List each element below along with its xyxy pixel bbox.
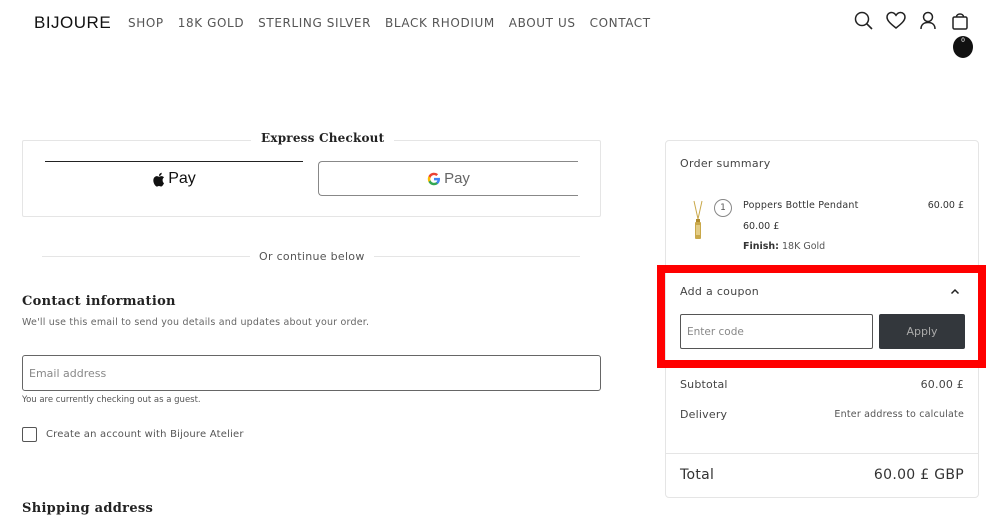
product-name: Poppers Bottle Pendant: [743, 200, 859, 211]
contact-information-title: Contact information: [22, 294, 176, 309]
total-label: Total: [680, 467, 715, 483]
bag-count-badge: 0: [953, 36, 973, 58]
or-divider-text: Or continue below: [250, 250, 374, 263]
summary-divider: [666, 453, 978, 454]
heart-icon[interactable]: [886, 10, 906, 32]
apple-icon: [153, 172, 165, 187]
product-finish-value: 18K Gold: [782, 241, 826, 252]
subtotal-label: Subtotal: [680, 378, 728, 391]
search-icon[interactable]: [854, 10, 874, 32]
subtotal-row: Subtotal 60.00 £: [680, 378, 964, 391]
shipping-address-title: Shipping address: [22, 501, 154, 516]
contact-information-subtitle: We'll use this email to send you details…: [22, 317, 370, 328]
delivery-value: Enter address to calculate: [834, 409, 964, 420]
nav-about-us[interactable]: ABOUT US: [509, 16, 576, 30]
nav-contact[interactable]: CONTACT: [590, 16, 651, 30]
product-unit-price: 60.00 £: [743, 221, 780, 232]
delivery-row: Delivery Enter address to calculate: [680, 408, 964, 421]
express-checkout: Express Checkout Pay Pay: [22, 131, 601, 217]
order-summary-title: Order summary: [680, 157, 771, 170]
user-icon[interactable]: [918, 10, 938, 32]
product-price: 60.00 £: [927, 200, 964, 211]
google-pay-label: Pay: [444, 170, 470, 187]
express-checkout-title: Express Checkout: [251, 131, 395, 145]
item-quantity-badge: 1: [714, 199, 732, 217]
main-nav: SHOP 18K GOLD STERLING SILVER BLACK RHOD…: [128, 16, 651, 30]
create-account-checkbox[interactable]: [22, 427, 37, 442]
product-finish: Finish: 18K Gold: [743, 241, 825, 252]
google-pay-button[interactable]: Pay: [318, 161, 578, 196]
nav-sterling-silver[interactable]: STERLING SILVER: [258, 16, 371, 30]
google-icon: [427, 172, 441, 185]
delivery-label: Delivery: [680, 408, 728, 421]
email-field[interactable]: [22, 355, 601, 391]
apple-pay-label: Pay: [168, 170, 196, 187]
product-thumbnail: [693, 200, 703, 239]
total-value: 60.00 £ GBP: [873, 467, 964, 483]
product-finish-label: Finish:: [743, 241, 779, 252]
total-row: Total 60.00 £ GBP: [680, 467, 964, 483]
nav-black-rhodium[interactable]: BLACK RHODIUM: [385, 16, 495, 30]
guest-note: You are currently checking out as a gues…: [22, 395, 201, 405]
brand-logo[interactable]: BIJOURE: [34, 13, 111, 33]
site-header: BIJOURE SHOP 18K GOLD STERLING SILVER BL…: [0, 0, 1000, 58]
subtotal-value: 60.00 £: [920, 378, 964, 391]
apple-pay-button[interactable]: Pay: [45, 161, 303, 196]
coupon-highlight-box: [657, 265, 986, 368]
header-icons: 0: [854, 10, 973, 58]
create-account-label[interactable]: Create an account with Bijoure Atelier: [46, 429, 244, 440]
nav-18k-gold[interactable]: 18K GOLD: [178, 16, 244, 30]
nav-shop[interactable]: SHOP: [128, 16, 164, 30]
bag-icon[interactable]: 0: [950, 10, 973, 58]
